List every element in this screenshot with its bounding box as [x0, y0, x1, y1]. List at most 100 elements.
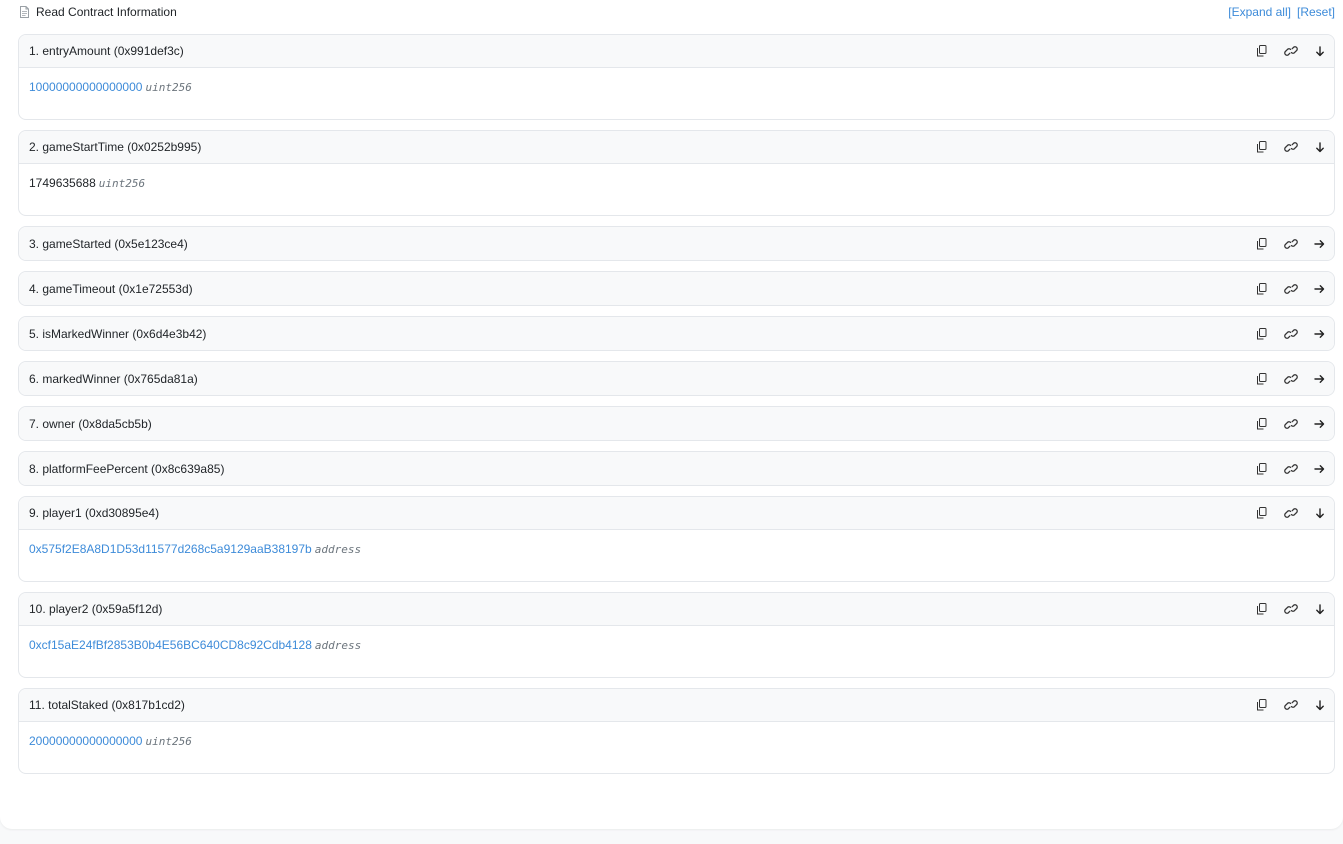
function-name: 7. owner (0x8da5cb5b) — [29, 416, 152, 431]
function-result: 1749635688 uint256 — [19, 164, 1334, 215]
arrow-right-icon[interactable] — [1305, 459, 1334, 479]
result-value[interactable]: 20000000000000000 — [29, 734, 142, 748]
arrow-down-icon[interactable] — [1305, 137, 1334, 157]
function-actions — [1247, 503, 1334, 523]
function-item-header[interactable]: 7. owner (0x8da5cb5b) — [19, 407, 1334, 440]
function-result: 0xcf15aE24fBf2853B0b4E56BC640CD8c92Cdb41… — [19, 626, 1334, 677]
function-name: 9. player1 (0xd30895e4) — [29, 506, 160, 520]
copy-icon[interactable] — [1247, 41, 1276, 61]
function-item-header[interactable]: 3. gameStarted (0x5e123ce4) — [19, 227, 1334, 260]
link-icon[interactable] — [1276, 369, 1305, 389]
function-actions — [1247, 414, 1334, 434]
function-name: 11. totalStaked (0x817b1cd2) — [29, 698, 185, 712]
function-list: 1. entryAmount (0x991def3c) 1000000000000… — [18, 34, 1335, 784]
panel-title: Read Contract Information — [19, 5, 177, 19]
function-item-header[interactable]: 1. entryAmount (0x991def3c) — [19, 35, 1334, 68]
link-icon[interactable] — [1276, 503, 1305, 523]
function-name: 6. markedWinner (0x765da81a) — [29, 371, 198, 386]
function-name: 2. gameStartTime (0x0252b995) — [29, 140, 202, 154]
result-type: address — [314, 543, 362, 556]
function-item: 11. totalStaked (0x817b1cd2) 200000000000… — [18, 688, 1335, 774]
copy-icon[interactable] — [1247, 234, 1276, 254]
function-name: 4. gameTimeout (0x1e72553d) — [29, 281, 193, 296]
function-item: 5. isMarkedWinner (0x6d4e3b42) — [18, 316, 1335, 351]
result-value[interactable]: 0x575f2E8A8D1D53d11577d268c5a9129aaB3819… — [29, 542, 312, 556]
function-actions — [1247, 279, 1334, 299]
function-actions — [1247, 459, 1334, 479]
function-item-header[interactable]: 10. player2 (0x59a5f12d) — [19, 593, 1334, 626]
function-item: 7. owner (0x8da5cb5b) — [18, 406, 1335, 441]
copy-icon[interactable] — [1247, 324, 1276, 344]
result-value: 1749635688 — [29, 176, 96, 190]
result-type: uint256 — [145, 81, 192, 94]
header-actions: [Expand all] [Reset] — [1228, 5, 1335, 19]
arrow-right-icon[interactable] — [1305, 279, 1334, 299]
function-item-header[interactable]: 2. gameStartTime (0x0252b995) — [19, 131, 1334, 164]
arrow-right-icon[interactable] — [1305, 324, 1334, 344]
function-item-header[interactable]: 4. gameTimeout (0x1e72553d) — [19, 272, 1334, 305]
function-name: 8. platformFeePercent (0x8c639a85) — [29, 461, 225, 476]
result-value[interactable]: 10000000000000000 — [29, 80, 142, 94]
function-actions — [1247, 41, 1334, 61]
result-type: address — [314, 639, 362, 652]
function-result: 20000000000000000 uint256 — [19, 722, 1334, 773]
link-icon[interactable] — [1276, 695, 1305, 715]
function-actions — [1247, 324, 1334, 344]
result-type: uint256 — [145, 735, 192, 748]
function-name: 10. player2 (0x59a5f12d) — [29, 602, 163, 616]
function-name: 1. entryAmount (0x991def3c) — [29, 44, 184, 58]
copy-icon[interactable] — [1247, 459, 1276, 479]
link-icon[interactable] — [1276, 137, 1305, 157]
expand-all-link[interactable]: [Expand all] — [1228, 5, 1291, 19]
function-item-header[interactable]: 5. isMarkedWinner (0x6d4e3b42) — [19, 317, 1334, 350]
arrow-right-icon[interactable] — [1305, 414, 1334, 434]
link-icon[interactable] — [1276, 324, 1305, 344]
function-item: 8. platformFeePercent (0x8c639a85) — [18, 451, 1335, 486]
function-item-header[interactable]: 6. markedWinner (0x765da81a) — [19, 362, 1334, 395]
link-icon[interactable] — [1276, 599, 1305, 619]
function-item: 4. gameTimeout (0x1e72553d) — [18, 271, 1335, 306]
function-item: 9. player1 (0xd30895e4) 0x575f2E8A8D1D53d… — [18, 496, 1335, 582]
function-actions — [1247, 695, 1334, 715]
copy-icon[interactable] — [1247, 137, 1276, 157]
read-contract-panel: Read Contract Information [Expand all] [… — [0, 0, 1343, 829]
function-item-header[interactable]: 9. player1 (0xd30895e4) — [19, 497, 1334, 530]
function-actions — [1247, 599, 1334, 619]
reset-link[interactable]: [Reset] — [1297, 5, 1335, 19]
copy-icon[interactable] — [1247, 414, 1276, 434]
function-actions — [1247, 369, 1334, 389]
panel-title-text: Read Contract Information — [36, 5, 177, 19]
function-item: 1. entryAmount (0x991def3c) 1000000000000… — [18, 34, 1335, 120]
link-icon[interactable] — [1276, 279, 1305, 299]
arrow-right-icon[interactable] — [1305, 234, 1334, 254]
arrow-down-icon[interactable] — [1305, 599, 1334, 619]
arrow-down-icon[interactable] — [1305, 503, 1334, 523]
function-item: 10. player2 (0x59a5f12d) 0xcf15aE24fBf285… — [18, 592, 1335, 678]
link-icon[interactable] — [1276, 234, 1305, 254]
copy-icon[interactable] — [1247, 503, 1276, 523]
function-result: 10000000000000000 uint256 — [19, 68, 1334, 119]
link-icon[interactable] — [1276, 41, 1305, 61]
result-type: uint256 — [98, 177, 146, 190]
function-name: 5. isMarkedWinner (0x6d4e3b42) — [29, 326, 207, 341]
arrow-down-icon[interactable] — [1305, 41, 1334, 61]
arrow-down-icon[interactable] — [1305, 695, 1334, 715]
link-icon[interactable] — [1276, 459, 1305, 479]
copy-icon[interactable] — [1247, 695, 1276, 715]
link-icon[interactable] — [1276, 414, 1305, 434]
function-item: 2. gameStartTime (0x0252b995) 1749635688 u… — [18, 130, 1335, 216]
arrow-right-icon[interactable] — [1305, 369, 1334, 389]
panel-header: Read Contract Information [Expand all] [… — [19, 4, 1335, 20]
function-item-header[interactable]: 11. totalStaked (0x817b1cd2) — [19, 689, 1334, 722]
function-actions — [1247, 137, 1334, 157]
function-item: 3. gameStarted (0x5e123ce4) — [18, 226, 1335, 261]
copy-icon[interactable] — [1247, 279, 1276, 299]
copy-icon[interactable] — [1247, 369, 1276, 389]
function-name: 3. gameStarted (0x5e123ce4) — [29, 236, 188, 251]
copy-icon[interactable] — [1247, 599, 1276, 619]
document-icon — [20, 6, 29, 18]
result-value[interactable]: 0xcf15aE24fBf2853B0b4E56BC640CD8c92Cdb41… — [29, 638, 312, 652]
function-result: 0x575f2E8A8D1D53d11577d268c5a9129aaB3819… — [19, 530, 1334, 581]
function-item-header[interactable]: 8. platformFeePercent (0x8c639a85) — [19, 452, 1334, 485]
function-item: 6. markedWinner (0x765da81a) — [18, 361, 1335, 396]
